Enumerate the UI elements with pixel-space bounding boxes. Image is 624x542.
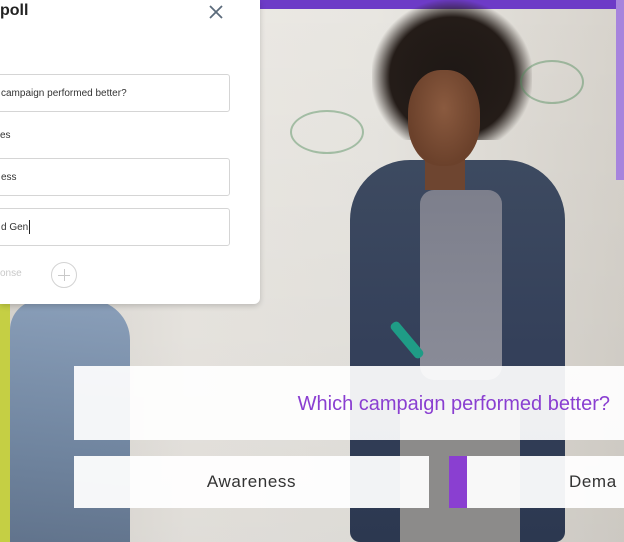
poll-option-awareness[interactable]: Awareness bbox=[74, 456, 429, 508]
panel-title: poll bbox=[0, 2, 29, 19]
person-face bbox=[408, 70, 480, 166]
response-option-2-input[interactable]: d Gen bbox=[0, 208, 230, 246]
response-option-1-input[interactable]: ess bbox=[0, 158, 230, 196]
option-accent-bar bbox=[449, 456, 467, 508]
poll-editor-panel: poll campaign performed better? es ess d… bbox=[0, 0, 260, 304]
poll-option-2-label: Dema bbox=[569, 472, 617, 491]
plus-circle-icon[interactable] bbox=[51, 262, 77, 288]
add-response-label: onse bbox=[0, 268, 22, 279]
text-caret bbox=[29, 220, 31, 235]
purple-side-band bbox=[616, 0, 624, 180]
question-input[interactable]: campaign performed better? bbox=[0, 74, 230, 112]
poll-question-card: Which campaign performed better? bbox=[74, 366, 624, 440]
responses-label: es bbox=[0, 130, 11, 141]
person-shirt bbox=[420, 190, 502, 380]
poll-question-text: Which campaign performed better? bbox=[297, 393, 610, 415]
whiteboard-scribble bbox=[290, 110, 364, 154]
close-icon[interactable] bbox=[207, 3, 225, 21]
response-option-2-text: d Gen bbox=[1, 222, 29, 233]
poll-option-demand[interactable]: Dema bbox=[449, 456, 624, 508]
whiteboard-scribble bbox=[520, 60, 584, 104]
